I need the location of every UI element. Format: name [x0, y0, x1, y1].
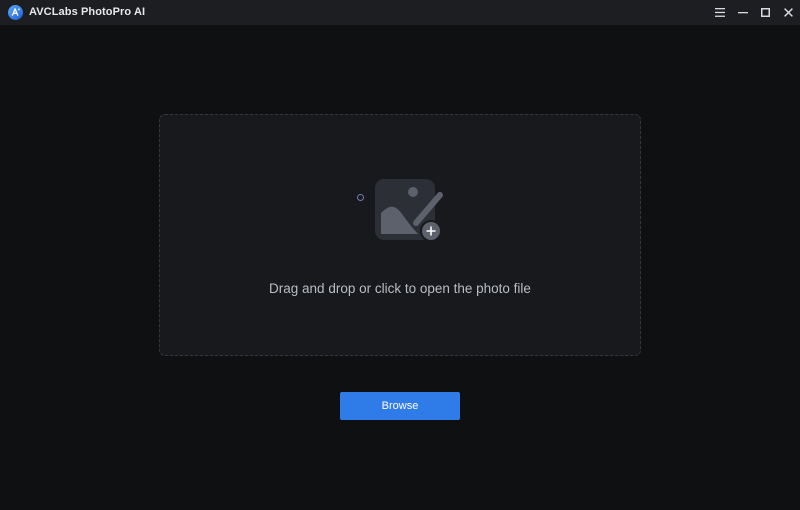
maximize-icon: [761, 8, 770, 17]
app-window: AVCLabs PhotoPro AI Drag and drop or cli…: [0, 0, 800, 510]
app-title: AVCLabs PhotoPro AI: [29, 6, 146, 18]
close-icon: [784, 8, 793, 17]
app-logo-icon: [8, 5, 23, 20]
menu-icon: [714, 8, 725, 17]
minimize-icon: [737, 12, 748, 14]
photo-add-icon: [375, 179, 443, 242]
close-button[interactable]: [777, 0, 800, 25]
menu-button[interactable]: [708, 0, 731, 25]
photo-drop-zone[interactable]: Drag and drop or click to open the photo…: [159, 114, 641, 356]
browse-button[interactable]: Browse: [340, 392, 460, 420]
maximize-button[interactable]: [754, 0, 777, 25]
minimize-button[interactable]: [731, 0, 754, 25]
title-bar[interactable]: AVCLabs PhotoPro AI: [0, 0, 800, 25]
decorative-dot: [357, 194, 364, 201]
window-controls: [708, 0, 800, 25]
drop-hint-text: Drag and drop or click to open the photo…: [269, 281, 531, 296]
